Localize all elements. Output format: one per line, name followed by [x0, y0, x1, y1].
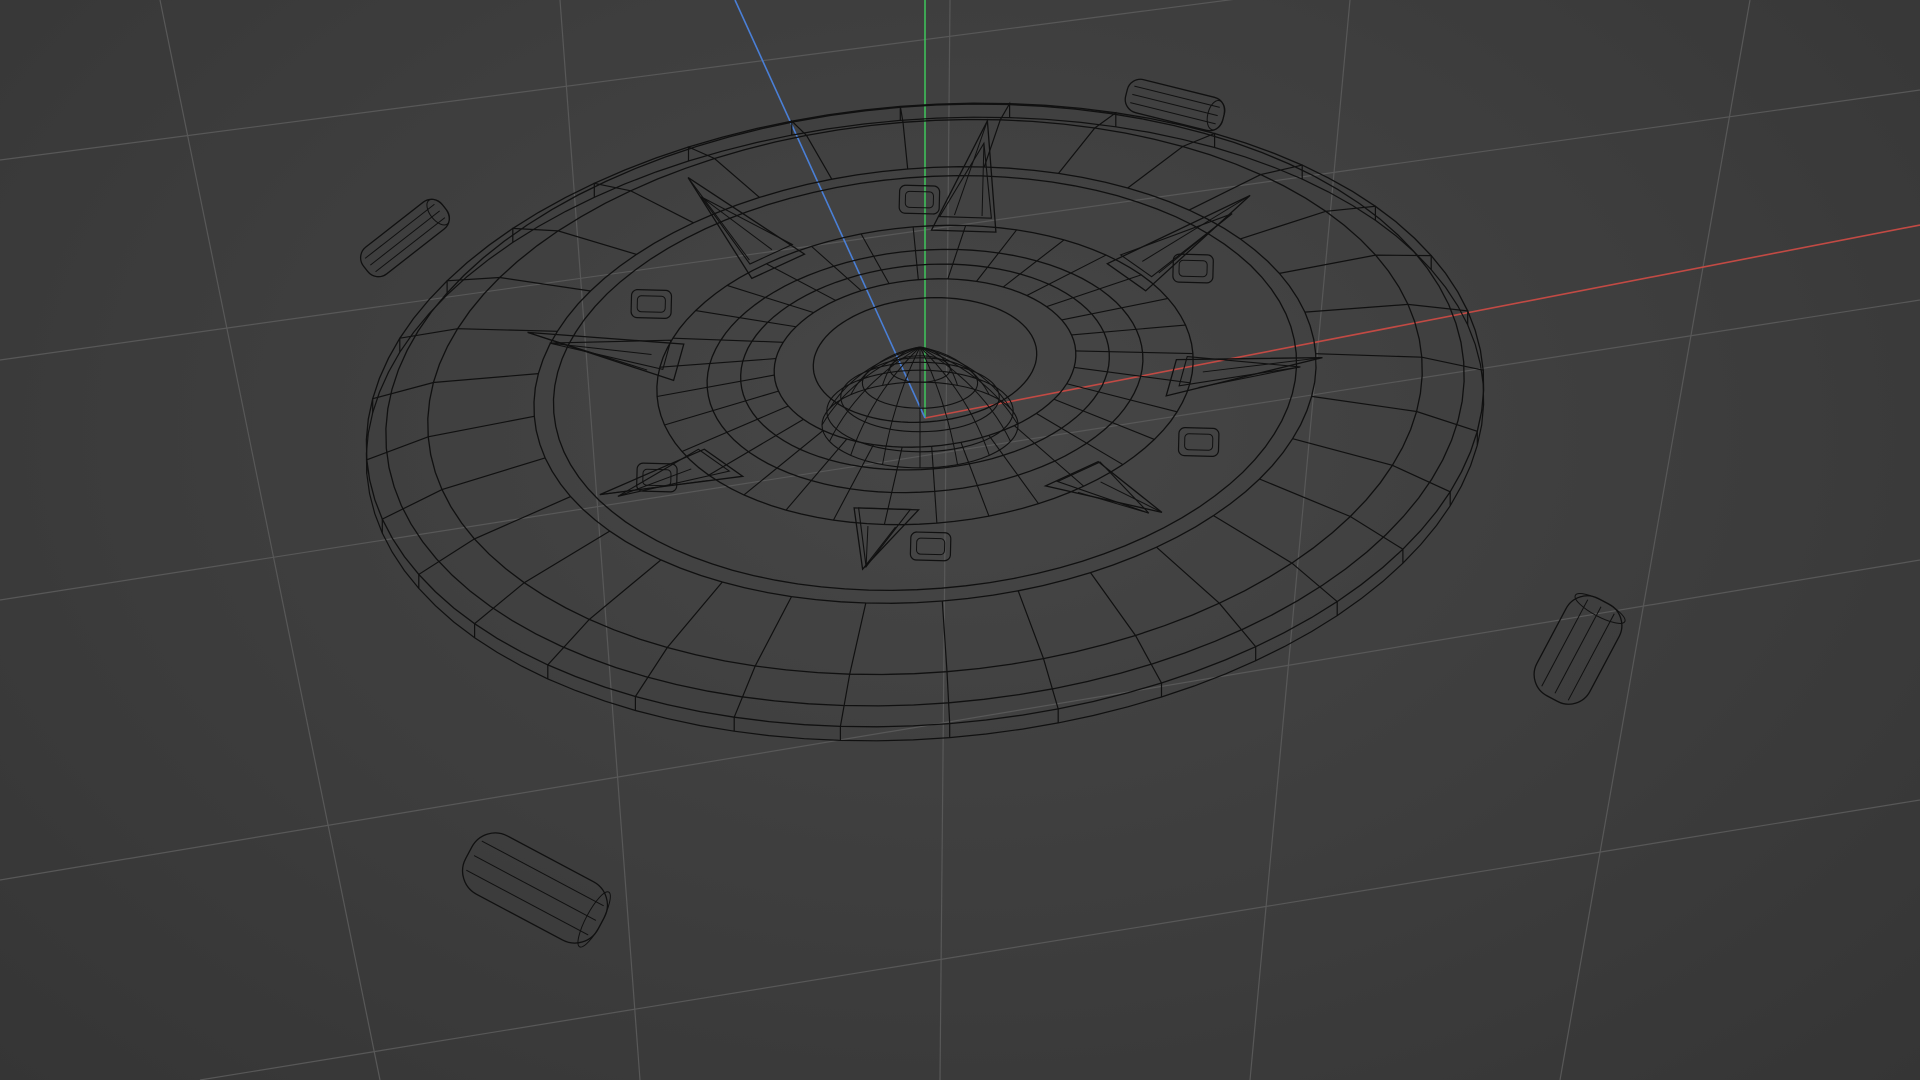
disc-spoke: [593, 182, 694, 224]
inner-stud-top: [1178, 259, 1208, 278]
rim-bump-seg: [481, 840, 604, 907]
disc-spoke: [381, 457, 546, 534]
rim-bump-seg: [370, 210, 440, 266]
disc-spoke: [1315, 353, 1484, 385]
inner-spoke: [883, 446, 903, 525]
inner-spoke: [931, 446, 938, 524]
grid-line: [559, 0, 641, 1080]
disc-spoke: [839, 602, 867, 741]
inner-spoke: [1066, 383, 1178, 413]
inner-stud-top: [915, 537, 946, 556]
star-spike: [1106, 194, 1251, 292]
star-spike: [1043, 460, 1163, 514]
rim-bump-seg: [1134, 85, 1220, 108]
star-spike-inner: [1056, 461, 1150, 514]
inner-spoke: [912, 226, 919, 280]
viewport-canvas[interactable]: [0, 0, 1920, 1080]
star-spike-edge: [687, 177, 750, 261]
inner-spoke: [681, 405, 789, 453]
grid-line: [0, 0, 1234, 161]
grid-line: [1559, 0, 1751, 1080]
disc-spoke: [1213, 515, 1338, 616]
grid-line: [159, 0, 381, 1080]
inner-spoke: [672, 337, 784, 343]
disc-spoke: [547, 559, 662, 679]
disc-spoke: [1156, 546, 1257, 661]
rim-bump: [359, 198, 451, 278]
inner-stud-top: [642, 468, 672, 487]
inner-spoke: [960, 442, 990, 517]
disc-spoke: [899, 106, 909, 170]
disc-spoke: [1127, 132, 1216, 189]
rim-bump-seg: [364, 203, 435, 259]
rim-bump-seg: [466, 869, 589, 936]
inner-stud-top: [904, 190, 935, 209]
star-spike-edge: [865, 526, 869, 567]
inner-stud-top: [1184, 433, 1214, 451]
star-spike-edge: [981, 143, 985, 216]
inner-spoke: [1002, 239, 1065, 288]
disc-spoke: [687, 146, 760, 198]
grid-line: [1249, 0, 1351, 1080]
rim-bump: [461, 832, 611, 948]
inner-spoke: [1075, 350, 1193, 355]
disc-spoke: [418, 496, 571, 589]
star-spike-edge: [1158, 213, 1233, 274]
inner-spoke: [811, 245, 862, 292]
disc-spoke: [1304, 303, 1469, 325]
rim-bump: [1124, 78, 1226, 132]
inner-stud-top: [636, 295, 666, 313]
grid-line: [939, 0, 951, 1080]
rim-bump-seg: [375, 217, 446, 273]
inner-spoke: [988, 435, 1039, 504]
inner-spoke: [664, 390, 779, 426]
inner-spoke: [1071, 324, 1186, 336]
3d-viewport[interactable]: [0, 0, 1920, 1080]
disc-spoke: [1279, 254, 1432, 274]
x-axis-line: [924, 224, 1920, 419]
rim-bump-seg: [473, 855, 597, 921]
inner-spoke: [860, 233, 890, 284]
disc-spoke: [1058, 111, 1117, 174]
axis-gizmo: [734, 0, 1920, 419]
rim-bump-seg: [1130, 102, 1216, 125]
disc-spoke: [372, 373, 539, 413]
star-spike-edge: [1198, 366, 1301, 388]
rim-bump-seg: [1567, 613, 1615, 701]
grid-line: [0, 299, 1920, 601]
rim-bump: [1533, 593, 1626, 705]
floor-grid: [0, 0, 1920, 1080]
disc-spoke: [1259, 478, 1404, 564]
rim-bump-seg: [1132, 93, 1218, 117]
grid-line: [0, 559, 1920, 881]
inner-spoke: [947, 225, 967, 280]
inner-spoke: [785, 438, 848, 511]
rim-bump-seg: [1541, 599, 1589, 687]
star-spike-inner: [1178, 356, 1301, 387]
star-spike: [1165, 356, 1323, 397]
inner-spoke: [976, 229, 1017, 282]
disc-spoke: [366, 415, 535, 474]
disc-spoke: [1292, 438, 1451, 506]
grid-line: [199, 799, 1920, 1080]
disc-spoke: [474, 530, 611, 638]
